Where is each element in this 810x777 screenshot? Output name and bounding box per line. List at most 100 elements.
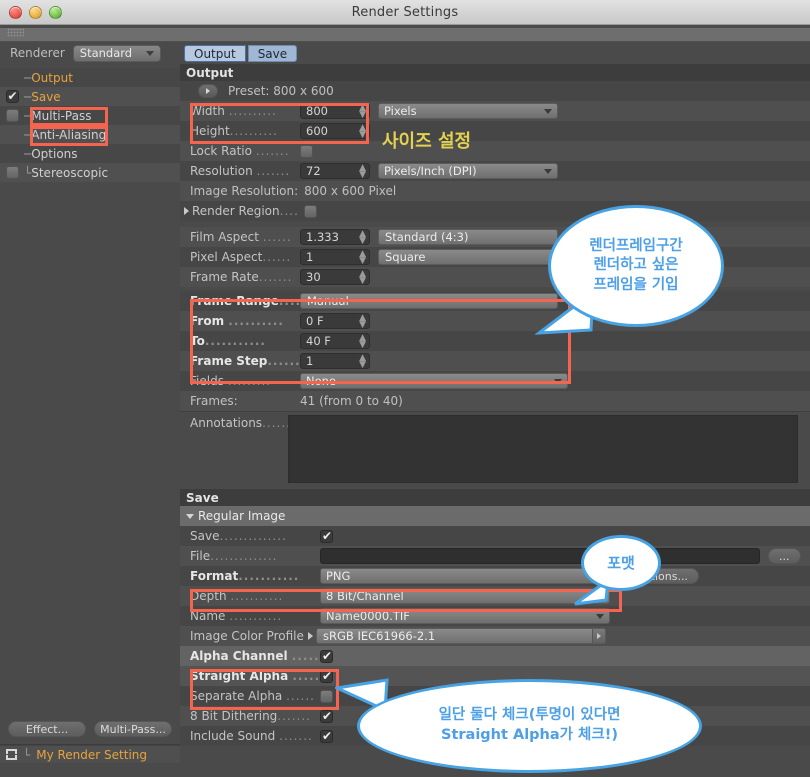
- height-input[interactable]: 600 ▲ ▼: [300, 123, 370, 140]
- frame-range-dropdown[interactable]: Manual: [300, 293, 558, 309]
- save-checkbox-main[interactable]: [320, 529, 333, 543]
- separate-alpha-checkbox[interactable]: [320, 689, 333, 703]
- image-resolution-value: 800 x 600 Pixel: [304, 184, 397, 198]
- annotations-textarea[interactable]: [288, 415, 798, 483]
- resolution-row: Resolution ....... 72 ▲ ▼ Pixels/Inch (DP…: [180, 161, 810, 181]
- dithering-checkbox[interactable]: [320, 709, 333, 723]
- height-row: Height.......... 600 ▲ ▼: [180, 121, 810, 141]
- output-checkbox: [6, 71, 19, 84]
- spinner-icon[interactable]: ▲ ▼: [359, 354, 366, 370]
- multipass-checkbox[interactable]: [5, 109, 19, 122]
- spinner-icon[interactable]: ▲ ▼: [359, 270, 366, 286]
- color-profile-value: sRGB IEC61966-2.1: [323, 629, 436, 643]
- save-checkbox[interactable]: [5, 89, 19, 103]
- file-browse-button[interactable]: ...: [768, 548, 801, 564]
- spinner-icon[interactable]: ▲ ▼: [359, 334, 366, 350]
- sidebar-item-save[interactable]: ─ Save: [0, 87, 180, 106]
- resolution-unit-dropdown[interactable]: Pixels/Inch (DPI): [378, 163, 558, 179]
- lock-ratio-checkbox[interactable]: [300, 144, 313, 158]
- triangle-right-icon: [597, 633, 601, 639]
- name-dropdown[interactable]: Name0000.TIF: [320, 608, 610, 624]
- spinner-icon[interactable]: ▲ ▼: [359, 164, 366, 180]
- stereoscopic-checkbox[interactable]: [5, 166, 19, 179]
- grip-dots-icon[interactable]: [7, 28, 24, 37]
- spinner-icon[interactable]: ▲ ▼: [359, 250, 366, 266]
- format-dropdown[interactable]: PNG: [320, 568, 610, 584]
- sidebar-item-output[interactable]: ─ Output: [0, 68, 180, 87]
- frame-step-input[interactable]: 1 ▲ ▼: [300, 353, 370, 370]
- window-titlebar: Render Settings: [0, 0, 810, 25]
- sidebar-item-multipass[interactable]: ─ Multi-Pass: [0, 106, 180, 125]
- frame-range-value: Manual: [307, 294, 349, 308]
- options-checkbox-cell: [0, 147, 24, 160]
- annotations-row: Annotations......: [180, 411, 810, 489]
- renderer-dropdown[interactable]: Standard: [72, 44, 161, 62]
- render-region-checkbox[interactable]: [304, 204, 317, 218]
- bubble-format: 포맷: [581, 535, 661, 591]
- minimize-button[interactable]: [29, 5, 42, 19]
- sidebar-item-antialiasing[interactable]: ─ Anti-Aliasing: [0, 125, 180, 144]
- multipass-button[interactable]: Multi-Pass...: [94, 721, 172, 737]
- width-row: Width .......... 800 ▲ ▼ Pixels: [180, 101, 810, 121]
- frames-row: Frames: 41 (from 0 to 40): [180, 391, 810, 411]
- include-sound-checkbox[interactable]: [320, 729, 333, 743]
- resolution-unit-value: Pixels/Inch (DPI): [384, 164, 477, 178]
- stereoscopic-checkbox-cell[interactable]: [0, 166, 24, 179]
- fields-dropdown[interactable]: None: [300, 373, 568, 389]
- chevron-down-icon: [145, 50, 154, 56]
- alpha-channel-row: Alpha Channel .....: [180, 646, 810, 666]
- file-label: File..............: [190, 549, 278, 563]
- color-profile-field[interactable]: sRGB IEC61966-2.1: [316, 628, 606, 644]
- from-input[interactable]: 0 F ▲ ▼: [300, 313, 370, 330]
- chevron-down-icon: [596, 613, 604, 619]
- render-setting-label: My Render Setting: [36, 747, 148, 762]
- triangle-down-icon[interactable]: [186, 513, 194, 519]
- straight-alpha-checkbox[interactable]: [320, 669, 333, 683]
- format-value: PNG: [326, 569, 351, 583]
- spinner-icon[interactable]: ▲ ▼: [359, 104, 366, 120]
- pixel-aspect-label: Pixel Aspect......: [190, 250, 292, 264]
- regular-image-group[interactable]: Regular Image: [180, 506, 810, 526]
- film-aspect-input[interactable]: 1.333 ▲ ▼: [300, 229, 370, 246]
- window-controls[interactable]: [0, 5, 62, 19]
- multipass-checkbox-cell[interactable]: [0, 109, 24, 122]
- render-setting-row[interactable]: └ My Render Setting: [0, 745, 180, 763]
- triangle-right-icon[interactable]: [184, 207, 189, 215]
- tab-save[interactable]: Save: [247, 45, 298, 62]
- maximize-button[interactable]: [49, 5, 62, 19]
- spinner-icon[interactable]: ▲ ▼: [359, 124, 366, 140]
- spinner-icon[interactable]: ▲ ▼: [359, 314, 366, 330]
- tab-output[interactable]: Output: [184, 45, 246, 62]
- bubble-frame-line1: 렌더프레임구간: [589, 237, 683, 254]
- triangle-right-icon[interactable]: [308, 632, 313, 640]
- width-label: Width ..........: [190, 104, 277, 118]
- close-button[interactable]: [9, 5, 22, 19]
- antialiasing-checkbox-cell: [0, 128, 24, 141]
- window-title: Render Settings: [351, 4, 459, 20]
- resolution-input[interactable]: 72 ▲ ▼: [300, 163, 370, 180]
- antialiasing-checkbox: [6, 128, 19, 141]
- alpha-channel-checkbox[interactable]: [320, 649, 333, 663]
- depth-dropdown[interactable]: 8 Bit/Channel: [320, 588, 610, 604]
- width-unit-dropdown[interactable]: Pixels: [378, 103, 558, 119]
- bubble-alpha-line1: 일단 둘다 체크(투명이 있다면: [438, 707, 621, 724]
- frame-rate-input[interactable]: 30 ▲ ▼: [300, 269, 370, 286]
- film-aspect-preset[interactable]: Standard (4:3): [378, 229, 558, 245]
- width-input[interactable]: 800 ▲ ▼: [300, 103, 370, 120]
- fields-row: Fields ......... None: [180, 371, 810, 391]
- frame-range-row: Frame Range.... Manual: [180, 291, 810, 311]
- pixel-aspect-preset[interactable]: Square: [378, 249, 558, 265]
- include-sound-label: Include Sound .......: [190, 729, 313, 743]
- to-input[interactable]: 40 F ▲ ▼: [300, 333, 370, 350]
- spinner-icon[interactable]: ▲ ▼: [359, 230, 366, 246]
- file-input[interactable]: [320, 548, 760, 564]
- color-profile-expand-button[interactable]: [592, 629, 605, 643]
- preset-expand-button[interactable]: [198, 84, 218, 98]
- pixel-aspect-input[interactable]: 1 ▲ ▼: [300, 249, 370, 266]
- effect-button[interactable]: Effect...: [8, 721, 86, 737]
- save-checkbox-cell[interactable]: [0, 89, 24, 103]
- sidebar-item-options[interactable]: ─ Options: [0, 144, 180, 163]
- tree-branch-icon: ─: [24, 89, 32, 104]
- sidebar-item-stereoscopic[interactable]: └ Stereoscopic: [0, 163, 180, 182]
- output-section-header: Output: [180, 64, 810, 81]
